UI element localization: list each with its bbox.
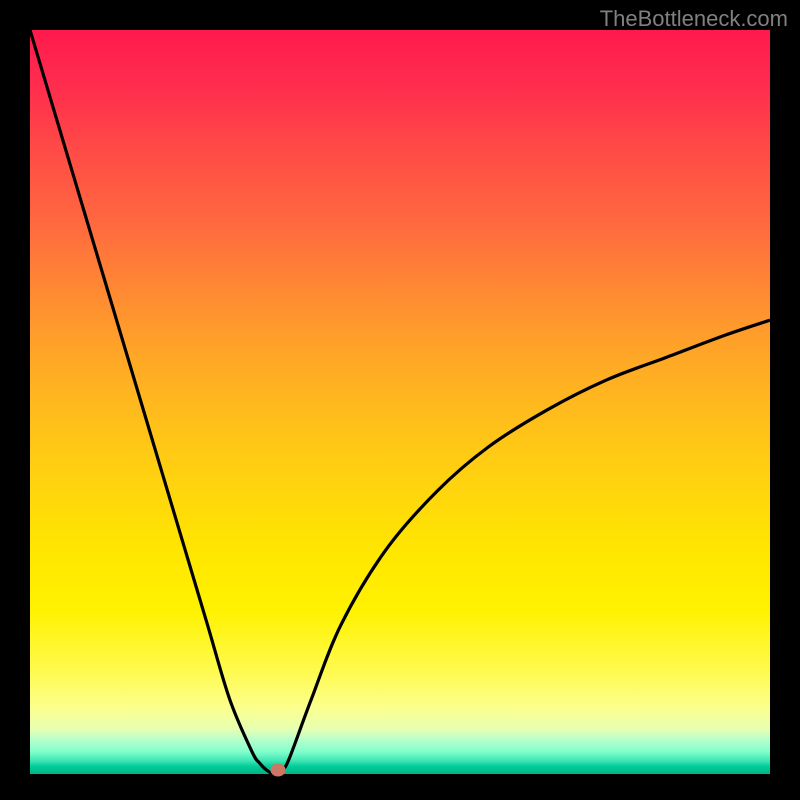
chart-area [30,30,770,774]
bottleneck-curve [30,30,770,774]
watermark-text: TheBottleneck.com [600,6,788,32]
curve-overlay [30,30,770,774]
vertex-marker [270,764,285,777]
